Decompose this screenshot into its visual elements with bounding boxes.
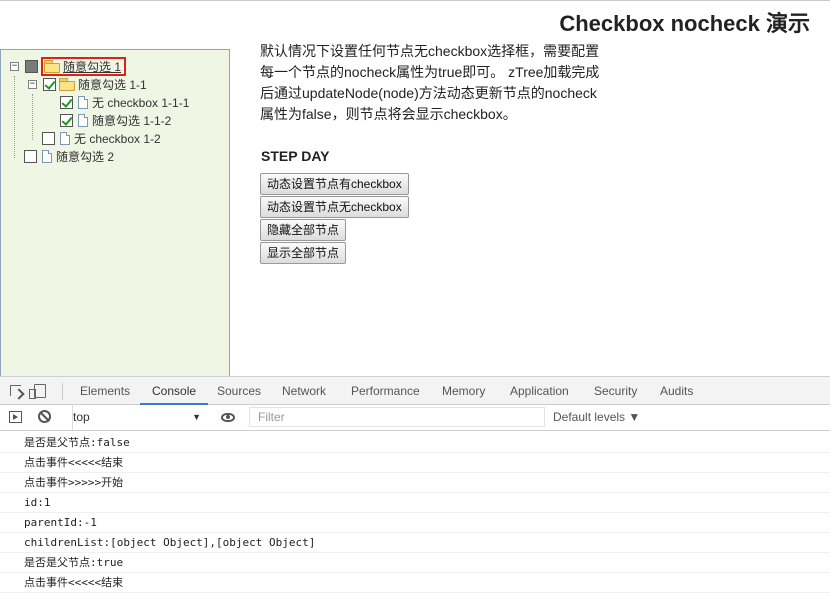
- console-toolbar: top ▼ Default levels ▼: [0, 405, 830, 431]
- console-log-line: parentId:-1: [0, 513, 830, 533]
- checkbox-partial[interactable]: [25, 59, 38, 73]
- tree-node-root1[interactable]: − 随意勾选 1: [10, 56, 127, 76]
- top-border: [0, 0, 830, 1]
- collapse-icon[interactable]: −: [28, 79, 37, 89]
- checkbox-checked[interactable]: [60, 113, 73, 127]
- file-icon: [78, 95, 88, 109]
- tab-security[interactable]: Security: [594, 377, 637, 405]
- console-log-line: 点击事件<<<<<结束: [0, 573, 830, 593]
- tree-node-label[interactable]: 随意勾选 2: [56, 148, 114, 165]
- inspect-element-icon[interactable]: [10, 385, 21, 396]
- tree-node-1-1-1[interactable]: 无 checkbox 1-1-1: [60, 93, 189, 111]
- description-text: 默认情况下设置任何节点无checkbox选择框，需要配置每一个节点的nochec…: [260, 43, 600, 122]
- tree-guide-line: [32, 94, 33, 140]
- tree-node-label[interactable]: 随意勾选 1-1: [78, 76, 147, 93]
- chevron-down-icon: ▼: [192, 412, 201, 422]
- console-log-line: childrenList:[object Object],[object Obj…: [0, 533, 830, 553]
- tree-node-label: 随意勾选 1: [63, 59, 122, 74]
- console-log-line: 点击事件>>>>>开始: [0, 473, 830, 493]
- file-icon: [60, 131, 70, 145]
- tree-node-label[interactable]: 无 checkbox 1-2: [74, 130, 161, 147]
- console-log-line: 是否是父节点:true: [0, 553, 830, 573]
- tab-network[interactable]: Network: [282, 377, 326, 405]
- devtools-tab-bar: Elements Console Sources Network Perform…: [0, 376, 830, 405]
- page-title: Checkbox nocheck 演示: [559, 11, 810, 36]
- ztree-panel: − 随意勾选 1 − 随意勾选 1-1 无 checkbox 1-1-1 随意勾…: [0, 49, 230, 376]
- devtools-panel: Elements Console Sources Network Perform…: [0, 376, 830, 597]
- clear-console-icon[interactable]: [38, 410, 51, 423]
- tab-application[interactable]: Application: [510, 377, 569, 405]
- step-label: STEP DAY: [261, 148, 330, 164]
- tree-guide-line: [14, 76, 15, 158]
- tab-elements[interactable]: Elements: [80, 377, 130, 405]
- tree-node-root2[interactable]: 随意勾选 2: [24, 147, 114, 165]
- folder-open-icon: [59, 78, 75, 91]
- live-expression-eye-icon[interactable]: [221, 413, 235, 422]
- file-icon: [78, 113, 88, 127]
- tab-memory[interactable]: Memory: [442, 377, 485, 405]
- console-log-line: 是否是父节点:false: [0, 433, 830, 453]
- hide-all-nodes-button[interactable]: 隐藏全部节点: [260, 219, 347, 241]
- tree-node-1-1[interactable]: − 随意勾选 1-1: [28, 75, 147, 93]
- tree-node-label[interactable]: 无 checkbox 1-1-1: [92, 94, 189, 111]
- log-levels-dropdown[interactable]: Default levels ▼: [553, 405, 640, 430]
- checkbox-unchecked[interactable]: [42, 131, 55, 145]
- console-filter-input[interactable]: [249, 407, 545, 427]
- tree-node-1-1-2[interactable]: 随意勾选 1-1-2: [60, 111, 171, 129]
- tab-console[interactable]: Console: [140, 377, 209, 405]
- checkbox-checked[interactable]: [43, 77, 56, 91]
- selected-node-anchor[interactable]: 随意勾选 1: [41, 56, 127, 76]
- collapse-icon[interactable]: −: [10, 61, 19, 71]
- file-icon: [42, 149, 52, 163]
- console-log-line: 点击事件<<<<<结束: [0, 453, 830, 473]
- checkbox-unchecked[interactable]: [24, 149, 37, 163]
- checkbox-checked[interactable]: [60, 95, 73, 109]
- console-log-line: id:1: [0, 493, 830, 513]
- context-value: top: [73, 410, 90, 424]
- tab-sources[interactable]: Sources: [217, 377, 261, 405]
- console-sidebar-icon[interactable]: [9, 411, 22, 423]
- tab-audits[interactable]: Audits: [660, 377, 693, 405]
- toolbar-divider: [62, 383, 63, 400]
- tree-node-1-2[interactable]: 无 checkbox 1-2: [42, 129, 161, 147]
- folder-open-icon: [44, 60, 60, 73]
- set-nocheck-false-button[interactable]: 动态设置节点有checkbox: [260, 173, 409, 195]
- show-all-nodes-button[interactable]: 显示全部节点: [260, 242, 347, 264]
- set-nocheck-true-button[interactable]: 动态设置节点无checkbox: [260, 196, 409, 218]
- console-output: 是否是父节点:false 点击事件<<<<<结束 点击事件>>>>>开始 id:…: [0, 433, 830, 593]
- tree-node-label[interactable]: 随意勾选 1-1-2: [92, 112, 171, 129]
- device-toolbar-icon[interactable]: [29, 384, 46, 399]
- context-selector[interactable]: top ▼: [72, 405, 203, 430]
- tab-performance[interactable]: Performance: [351, 377, 420, 405]
